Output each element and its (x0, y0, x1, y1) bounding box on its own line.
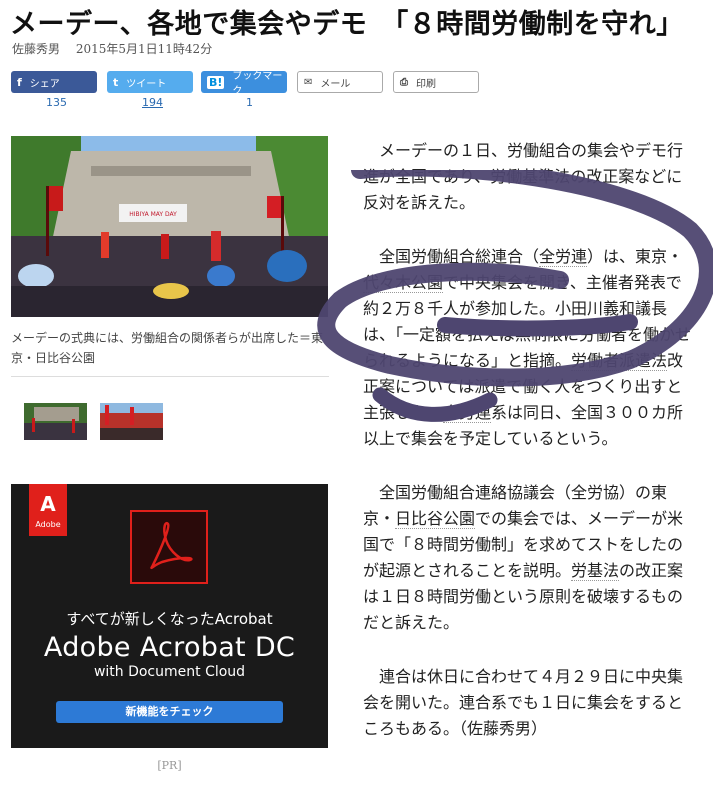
article-main-photo[interactable]: HIBIYA MAY DAY (11, 136, 328, 317)
author-name[interactable]: 佐藤秀男 (12, 42, 60, 56)
photo-thumbnail-1[interactable] (24, 403, 87, 440)
may-day-rally-photo: HIBIYA MAY DAY (11, 136, 328, 317)
twitter-tweet-label: ツイート (126, 78, 167, 90)
thumbnail-2-image (100, 403, 163, 440)
print-button[interactable]: ⎙ 印刷 (393, 71, 479, 93)
mail-label: メール (320, 78, 351, 90)
hatena-bookmark-button[interactable]: B! ブックマーク (201, 71, 287, 97)
text-span: ）は、東京・ (587, 247, 684, 266)
twitter-tweet-button[interactable]: t ツイート (107, 71, 193, 93)
text-span: 全国労働組合総連合（ (379, 247, 540, 266)
caption-divider (11, 376, 329, 377)
adobe-logo: A Adobe (29, 484, 67, 536)
keyword-link-labor-standards-law[interactable]: 労基法 (571, 561, 620, 581)
hatena-bookmark-icon: B! (207, 75, 225, 89)
acrobat-pdf-icon (130, 510, 208, 584)
hatena-bookmark-count[interactable]: 1 (246, 96, 253, 109)
adobe-acrobat-ad[interactable]: A Adobe すべてが新しくなったAcrobat Adobe Acrobat … (11, 484, 328, 748)
article-headline: メーデー、各地で集会やデモ 「８時間労働制を守れ」 (10, 9, 684, 40)
print-label: 印刷 (416, 78, 436, 90)
stage-banner-text: HIBIYA MAY DAY (129, 211, 177, 218)
photo-caption: メーデーの式典には、労働組合の関係者らが出席した＝東京・日比谷公園 (11, 331, 324, 365)
mail-icon: ✉ (304, 76, 313, 88)
paragraph-4: 連合は休日に合わせて４月２９日に中央集会を開いた。連合系でも１日に集会をするとこ… (363, 667, 684, 738)
thumbnail-1-image (24, 403, 87, 440)
twitter-tweet-count[interactable]: 194 (142, 96, 163, 109)
keyword-link-yoyogi-park[interactable]: 代々木公園 (363, 273, 444, 293)
publish-timestamp: 2015年5月1日11時42分 (75, 42, 213, 56)
keyword-link-zenroren-2[interactable]: 全労連 (443, 403, 492, 423)
ad-product-subtitle: with Document Cloud (93, 664, 246, 680)
ad-tagline: すべてが新しくなったAcrobat (66, 610, 273, 628)
keyword-link-zenroren[interactable]: 全労連 (539, 247, 588, 267)
paragraph-2: 全国労働組合総連合（全労連）は、東京・代々木公園で中央集会を開き、主催者発表で約… (363, 244, 693, 452)
paragraph-1: メーデーの１日、労働組合の集会やデモ行進が全国であり、労働基準法の改正案などに反… (363, 141, 684, 212)
facebook-share-count[interactable]: 135 (46, 96, 67, 109)
facebook-share-button[interactable]: f シェア (11, 71, 97, 93)
twitter-bird-icon: t (113, 75, 119, 89)
article-body: メーデーの１日、労働組合の集会やデモ行進が全国であり、労働基準法の改正案などに反… (363, 138, 693, 770)
keyword-link-worker-dispatch-law[interactable]: 労働者派遣法 (571, 351, 668, 371)
ad-product-name: Adobe Acrobat DC (43, 632, 296, 663)
hatena-bookmark-label: ブックマーク (232, 71, 283, 97)
paragraph-3: 全国労働組合連絡協議会（全労協）の東京・日比谷公園での集会では、メーデーが米国で… (363, 480, 693, 636)
pr-label: [PR] (157, 759, 182, 772)
adobe-logo-text: Adobe (35, 520, 61, 529)
keyword-link-hibiya-park[interactable]: 日比谷公園 (395, 509, 476, 529)
printer-icon: ⎙ (400, 76, 408, 88)
ad-cta-button[interactable]: 新機能をチェック (56, 701, 283, 723)
mail-button[interactable]: ✉ メール (297, 71, 383, 93)
photo-thumbnail-2[interactable] (100, 403, 163, 440)
byline: 佐藤秀男 2015年5月1日11時42分 (12, 40, 224, 57)
facebook-icon: f (17, 75, 22, 89)
facebook-share-label: シェア (29, 78, 60, 90)
